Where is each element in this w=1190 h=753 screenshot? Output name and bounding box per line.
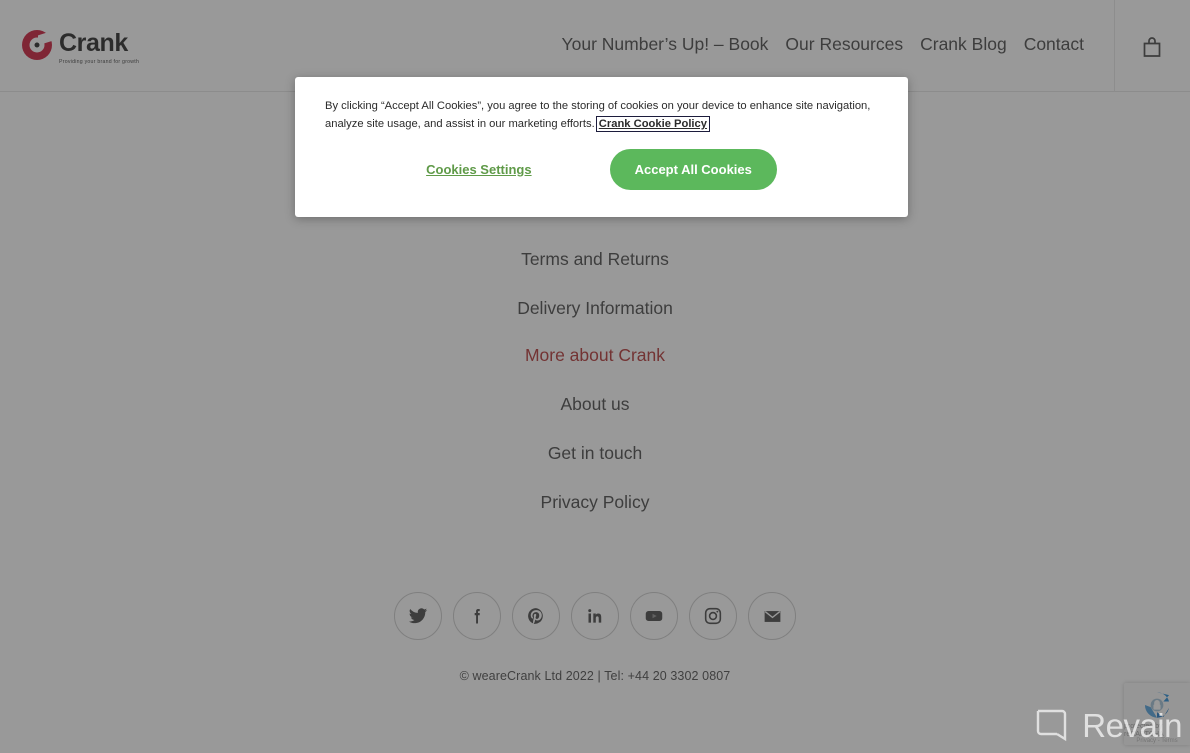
cookie-consent-message: By clicking “Accept All Cookies”, you ag… [325,97,883,133]
revain-wordmark: Revain [1082,706,1182,744]
revain-watermark: Revain [1033,705,1182,745]
cookies-settings-button[interactable]: Cookies Settings [426,162,531,177]
cookie-modal-actions: Cookies Settings Accept All Cookies [295,149,908,190]
page-root: Crank Providing your brand for growth Yo… [0,0,1190,753]
cookie-consent-modal: By clicking “Accept All Cookies”, you ag… [295,77,908,217]
revain-logo-icon [1033,705,1073,745]
crank-cookie-policy-link[interactable]: Crank Cookie Policy [595,115,711,133]
accept-all-cookies-button[interactable]: Accept All Cookies [609,149,777,190]
